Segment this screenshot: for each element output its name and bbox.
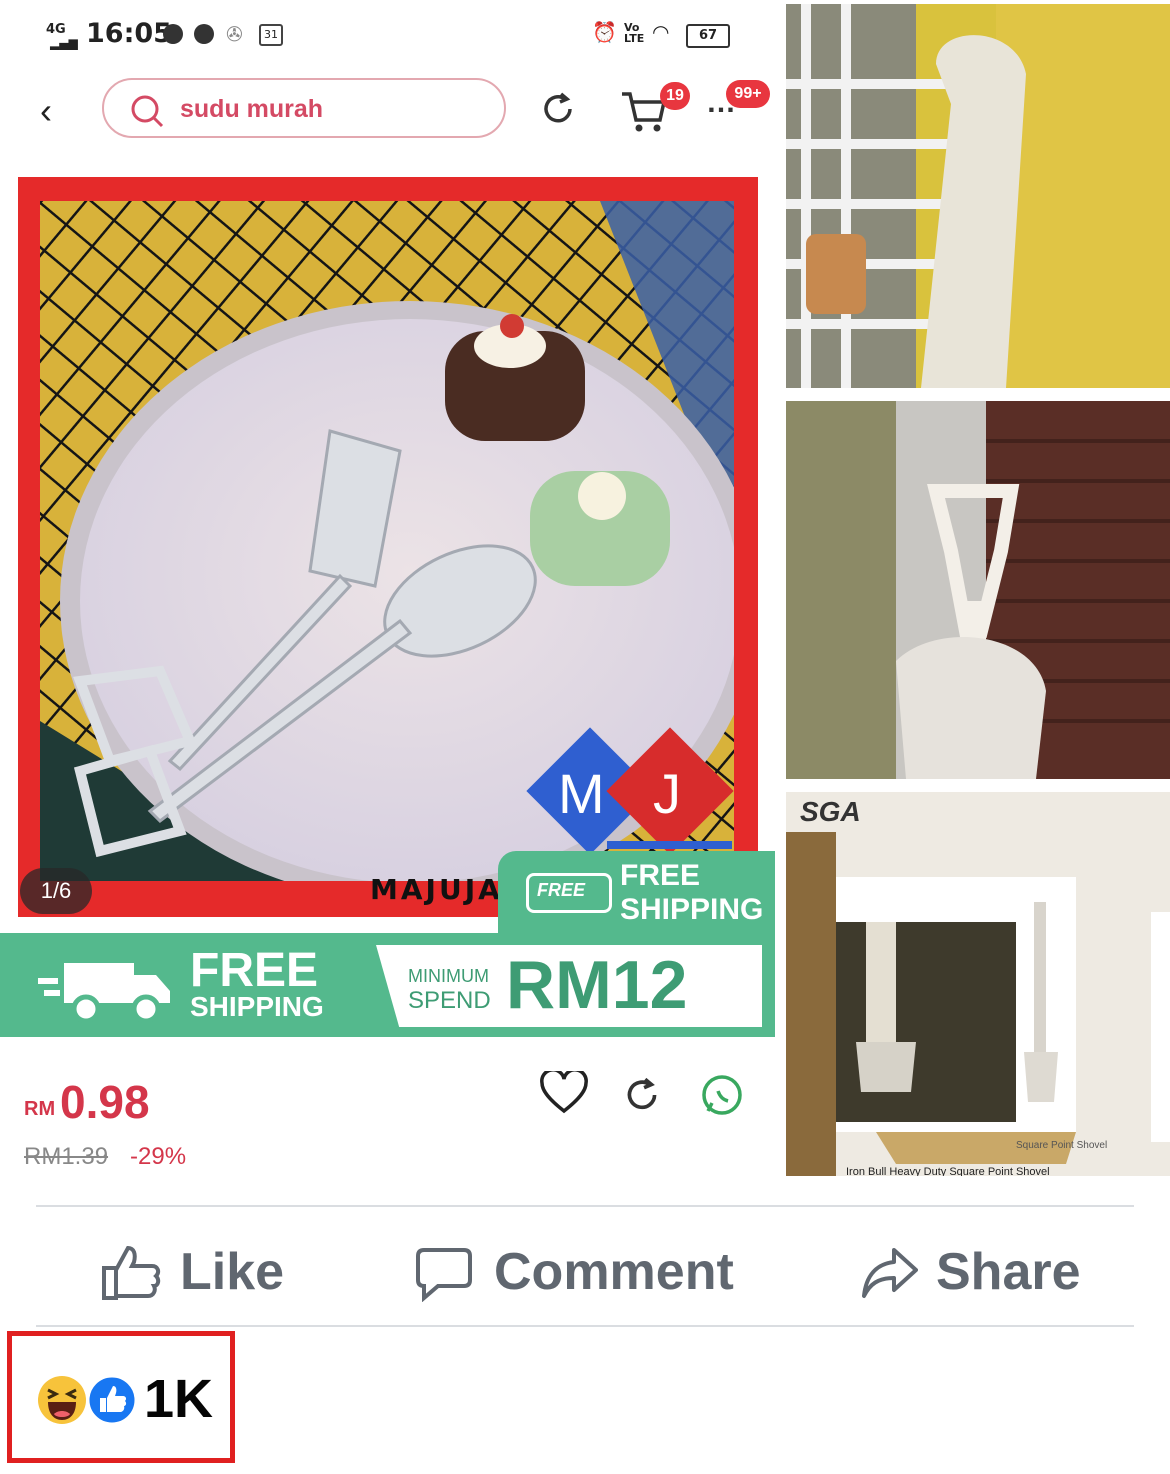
top-divider	[36, 1205, 1134, 1207]
customer-photo-2[interactable]	[786, 401, 1170, 779]
shovel-handle-photo	[786, 401, 1170, 779]
like-reaction-icon	[86, 1374, 138, 1426]
spend-label: SPEND	[408, 987, 491, 1014]
share-refresh-icon[interactable]	[620, 1073, 664, 1117]
reaction-count: 1K	[144, 1369, 214, 1429]
search-input[interactable]: sudu murah	[102, 78, 506, 138]
bottom-divider	[36, 1325, 1134, 1327]
customer-photo-1[interactable]	[786, 4, 1170, 388]
share-arrow-icon	[862, 1248, 918, 1298]
shopping-app-screenshot: 4G ▂▄▆ 16:05 ✇ 31 ⏰ Vo LTE ◠ 67 ‹ sudu mu…	[0, 0, 775, 1176]
calendar-icon: 31	[259, 24, 283, 46]
logo-letter-m: M	[558, 762, 605, 825]
share-button[interactable]: Share	[860, 1240, 1100, 1304]
app-notification-icon	[163, 24, 183, 44]
free-shipping-tag: FREE FREE SHIPPING	[498, 851, 775, 935]
reactions-summary[interactable]: 1K	[7, 1331, 235, 1463]
cart-badge: 19	[660, 82, 690, 110]
clock: 16:05	[86, 18, 172, 49]
minimum-label: MINIMUM	[408, 966, 489, 986]
battery-icon: 67	[686, 24, 730, 48]
image-counter: 1/6	[20, 868, 92, 914]
search-query: sudu murah	[180, 95, 324, 123]
more-badge: 99+	[726, 80, 770, 108]
pinwheel-icon: ✇	[226, 22, 243, 46]
comment-bubble-icon	[416, 1248, 472, 1302]
like-button[interactable]: Like	[100, 1240, 300, 1304]
comment-button[interactable]: Comment	[416, 1240, 756, 1304]
thumbs-up-icon	[102, 1245, 161, 1300]
product-photo: M J	[40, 201, 734, 881]
price-row: RM 0.98 RM1.39 -29%	[0, 1037, 775, 1176]
heart-icon[interactable]	[540, 1071, 588, 1115]
volte-icon: Vo LTE	[624, 21, 645, 45]
original-price: RM1.39	[24, 1143, 109, 1170]
wrapped-shovel-photo	[786, 4, 1170, 388]
whatsapp-icon[interactable]	[698, 1071, 746, 1119]
price-currency: RM	[24, 1098, 56, 1120]
logo-letter-j: J	[653, 762, 681, 825]
signal-icon: ▂▄▆	[50, 36, 78, 50]
search-icon	[131, 95, 164, 128]
discount-percent: -29%	[130, 1143, 187, 1170]
listing-product-name: Iron Bull Heavy Duty Square Point Shovel	[846, 1166, 1050, 1176]
minimum-spend-box: MINIMUM SPEND RM12	[376, 945, 762, 1027]
refresh-icon[interactable]	[537, 88, 579, 130]
banner-shipping: SHIPPING	[190, 991, 324, 1022]
sga-logo: SGA	[800, 796, 861, 827]
like-label: Like	[180, 1243, 285, 1301]
comment-label: Comment	[494, 1243, 734, 1301]
shovel-listing-photo	[786, 792, 1170, 1176]
minimum-amount: RM12	[506, 947, 688, 1023]
free-tag-line2: SHIPPING	[620, 893, 764, 926]
status-bar: 4G ▂▄▆ 16:05 ✇ 31 ⏰ Vo LTE ◠ 67	[0, 0, 775, 70]
price-value: 0.98	[60, 1076, 150, 1128]
banner-free: FREE	[190, 944, 319, 997]
truck-icon: FREE	[526, 873, 612, 913]
listing-caption: Square Point Shovel	[1016, 1140, 1108, 1151]
alarm-icon: ⏰	[592, 20, 617, 44]
product-image[interactable]: M J MAJUJA	[18, 177, 758, 917]
product-listing-photo-3[interactable]: SGA Square Point Shovel Iron Bull Heavy …	[786, 792, 1170, 1176]
app-notification-icon	[194, 24, 214, 44]
delivery-truck-icon	[38, 963, 170, 1023]
free-tag-line1: FREE	[620, 859, 701, 892]
wifi-icon: ◠	[652, 20, 670, 44]
share-label: Share	[936, 1243, 1081, 1301]
spoon-shovel-photo	[40, 201, 734, 881]
back-arrow-icon[interactable]: ‹	[40, 90, 52, 132]
free-shipping-banner: FREE SHIPPING MINIMUM SPEND RM12	[0, 933, 775, 1037]
brand-watermark: MAJUJA	[370, 873, 503, 906]
haha-reaction-icon	[38, 1376, 86, 1424]
network-indicator: 4G	[46, 22, 66, 37]
